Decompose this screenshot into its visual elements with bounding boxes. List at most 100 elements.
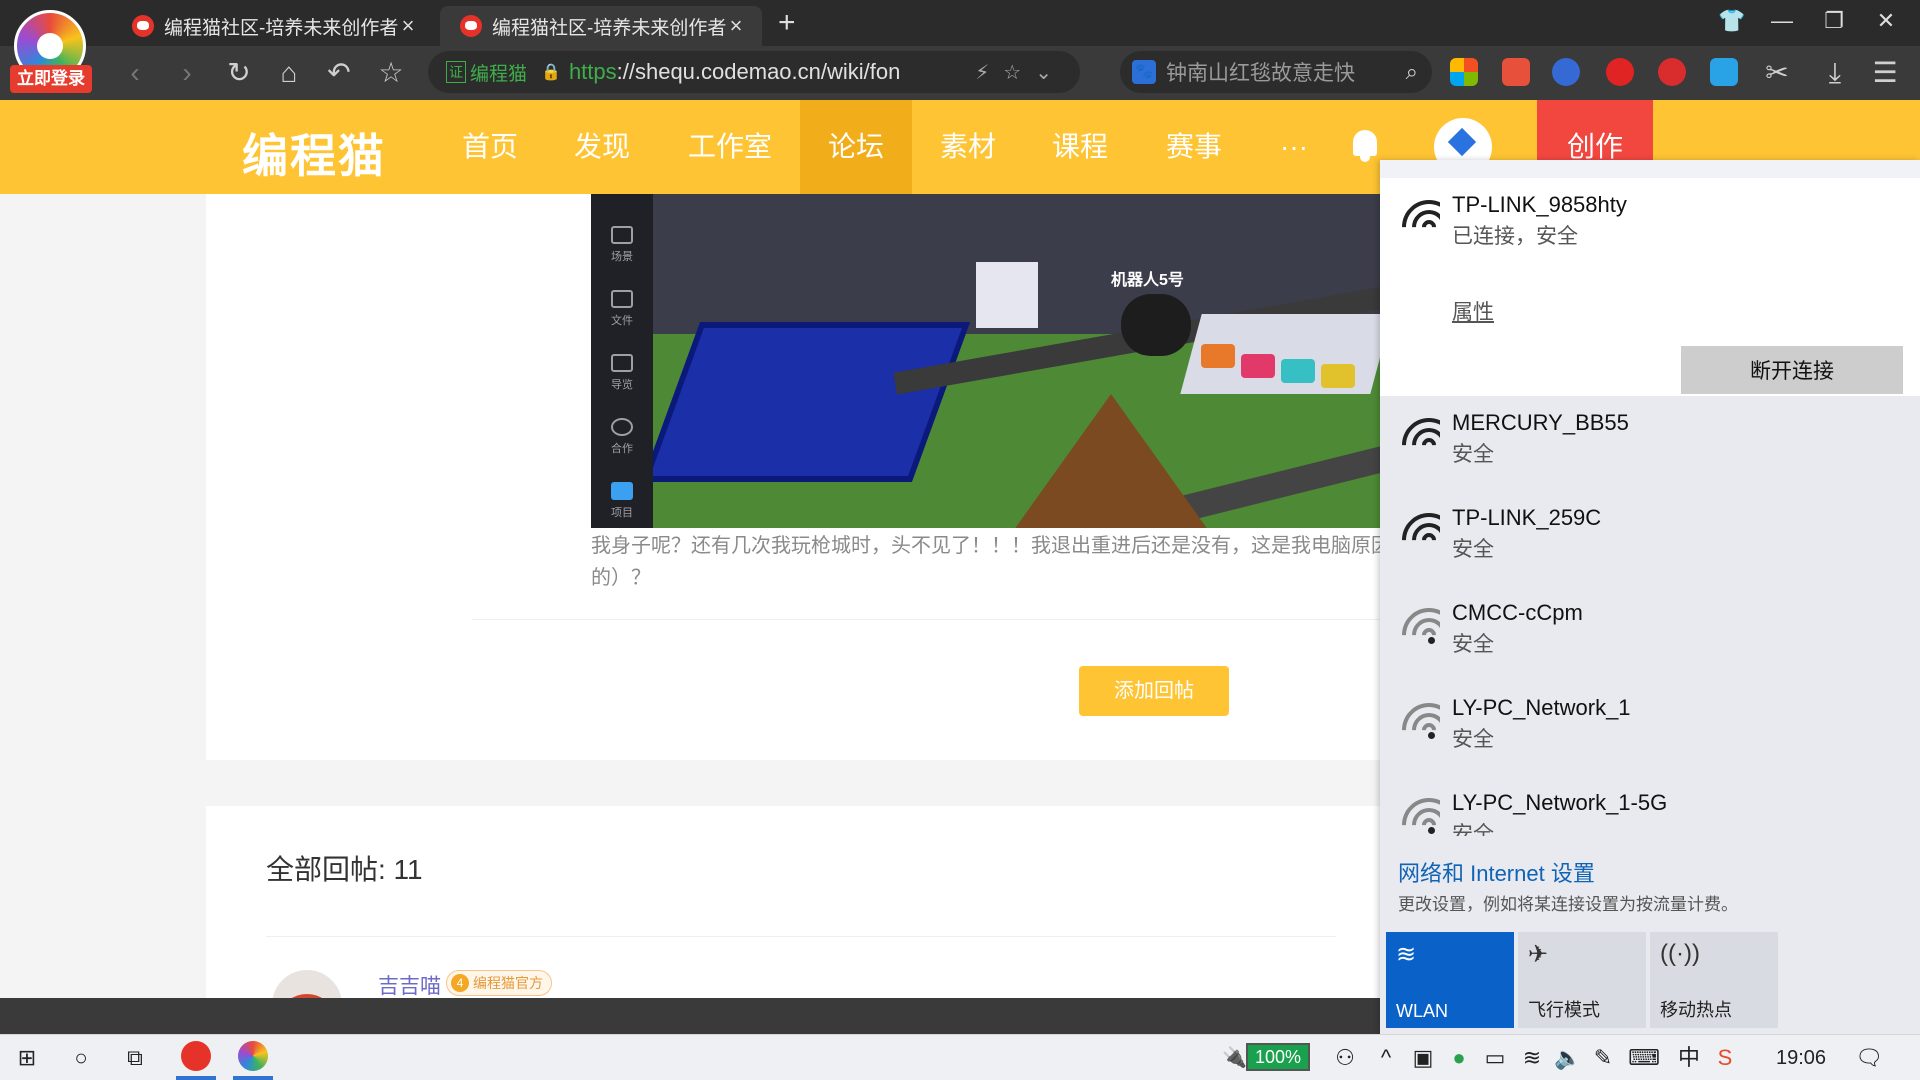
tool-scene[interactable]: 场景 bbox=[591, 226, 653, 264]
battery-indicator[interactable]: 100% bbox=[1246, 1043, 1310, 1071]
nav-courses[interactable]: 课程 bbox=[1040, 100, 1120, 194]
hotspot-icon: ((·)) bbox=[1660, 940, 1700, 967]
nav-discover[interactable]: 发现 bbox=[562, 100, 642, 194]
skin-icon[interactable]: 👕 bbox=[1712, 8, 1752, 34]
undo-close-icon[interactable]: ↶ bbox=[322, 56, 356, 90]
tool-label: 项目 bbox=[611, 507, 633, 519]
tab-title: 编程猫社区-培养未来创作者 bbox=[164, 17, 398, 39]
clock[interactable]: 19:06 bbox=[1776, 1047, 1826, 1070]
connected-network[interactable]: TP-LINK_9858hty 已连接，安全 属性 断开连接 bbox=[1380, 178, 1920, 396]
browser-app-icon[interactable] bbox=[238, 1041, 268, 1071]
notification-bell-icon[interactable] bbox=[1350, 128, 1380, 162]
menu-icon[interactable]: ☰ bbox=[1868, 56, 1902, 90]
volume-icon[interactable]: 🔈 bbox=[1554, 1043, 1581, 1073]
tool-label: 场景 bbox=[611, 251, 633, 263]
lock-icon[interactable]: 🔒 bbox=[541, 62, 561, 82]
tool-file[interactable]: 文件 bbox=[591, 290, 653, 328]
network-item[interactable]: LY-PC_Network_1 安全 bbox=[1380, 681, 1920, 776]
battery-tray-icon[interactable]: ▭ bbox=[1482, 1043, 1508, 1073]
minimize-icon[interactable]: — bbox=[1762, 8, 1802, 34]
browser-tab[interactable]: 编程猫社区-培养未来创作者 × bbox=[112, 6, 434, 46]
network-item[interactable]: TP-LINK_259C 安全 bbox=[1380, 491, 1920, 586]
scene-car bbox=[1321, 364, 1355, 388]
bookmark-star-icon[interactable]: ☆ bbox=[374, 56, 408, 90]
site-logo[interactable]: 编程猫 bbox=[242, 120, 386, 186]
pen-icon[interactable]: ✎ bbox=[1590, 1043, 1616, 1073]
action-center-icon[interactable]: 🗨 bbox=[1854, 1043, 1884, 1073]
network-item[interactable]: MERCURY_BB55 安全 bbox=[1380, 396, 1920, 491]
properties-link[interactable]: 属性 bbox=[1452, 296, 1494, 326]
add-reply-button[interactable]: 添加回帖 bbox=[1079, 666, 1229, 716]
address-bar[interactable]: 证 编程猫 🔒 https ://shequ.codemao.cn/wiki/f… bbox=[428, 51, 1080, 93]
close-window-icon[interactable]: ✕ bbox=[1866, 8, 1906, 34]
nav-home[interactable]: 首页 bbox=[450, 100, 530, 194]
power-plug-icon[interactable]: 🔌 bbox=[1222, 1043, 1247, 1073]
disconnect-button[interactable]: 断开连接 bbox=[1681, 346, 1903, 394]
tool-collab[interactable]: 合作 bbox=[591, 418, 653, 456]
device-icon[interactable]: ▣ bbox=[1410, 1043, 1436, 1073]
reply-username[interactable]: 吉吉喵 bbox=[378, 970, 441, 1000]
browser-profile[interactable]: 立即登录 bbox=[10, 10, 92, 94]
security-icon[interactable]: ● bbox=[1446, 1043, 1472, 1073]
wifi-tray-icon[interactable]: ≋ bbox=[1518, 1043, 1546, 1073]
show-hidden-icons[interactable]: ^ bbox=[1374, 1043, 1398, 1073]
wifi-secured-weak-icon bbox=[1400, 796, 1440, 836]
restore-icon[interactable]: ❐ bbox=[1814, 8, 1854, 34]
network-settings-link[interactable]: 网络和 Internet 设置 bbox=[1398, 856, 1595, 888]
mobile-hotspot-toggle[interactable]: ((·)) 移动热点 bbox=[1650, 932, 1778, 1028]
task-view-icon[interactable]: ⧉ bbox=[120, 1043, 150, 1073]
official-badge: 4 编程猫官方 bbox=[446, 970, 552, 996]
wlan-toggle[interactable]: ≋ WLAN bbox=[1386, 932, 1514, 1028]
tool-guide[interactable]: 导览 bbox=[591, 354, 653, 392]
wifi-secured-weak-icon bbox=[1400, 606, 1440, 646]
quick-action-label: 飞行模式 bbox=[1528, 1000, 1600, 1020]
download-icon[interactable]: ⤓ bbox=[1818, 56, 1852, 90]
ime-indicator[interactable]: 中 bbox=[1676, 1043, 1702, 1073]
search-box[interactable]: 🐾 钟南山红毯故意走快 ⌕ bbox=[1120, 51, 1432, 93]
network-item[interactable]: LY-PC_Network_1-5G 安全 bbox=[1380, 776, 1920, 836]
people-icon[interactable]: ⚇ bbox=[1330, 1043, 1360, 1073]
login-badge[interactable]: 立即登录 bbox=[10, 65, 92, 93]
translate-icon[interactable] bbox=[1552, 58, 1580, 86]
home-icon[interactable]: ⌂ bbox=[272, 56, 306, 90]
browser-tab-bar: 编程猫社区-培养未来创作者 × 编程猫社区-培养未来创作者 × + 👕 — ❐ … bbox=[0, 0, 1920, 46]
windows-start-icon[interactable]: ⊞ bbox=[12, 1043, 42, 1073]
network-item[interactable]: CMCC-cCpm 安全 bbox=[1380, 586, 1920, 681]
nav-more[interactable]: ··· bbox=[1264, 100, 1324, 194]
search-input[interactable]: 钟南山红毯故意走快 bbox=[1166, 57, 1355, 87]
baidu-paw-icon[interactable]: 🐾 bbox=[1132, 60, 1156, 84]
abp-icon[interactable] bbox=[1658, 58, 1686, 86]
cortana-search-icon[interactable]: ○ bbox=[66, 1043, 96, 1073]
airplane-icon: ✈ bbox=[1528, 941, 1549, 968]
network-ssid: CMCC-cCpm bbox=[1452, 600, 1583, 625]
keyboard-icon[interactable]: ⌨ bbox=[1626, 1043, 1662, 1073]
screenshot-tool-icon[interactable] bbox=[1710, 58, 1738, 86]
forward-icon[interactable]: › bbox=[170, 56, 204, 90]
browser-tab-active[interactable]: 编程猫社区-培养未来创作者 × bbox=[440, 6, 762, 46]
game-controller-icon[interactable] bbox=[1502, 58, 1530, 86]
scissors-icon[interactable]: ✂ bbox=[1760, 56, 1794, 90]
nav-materials[interactable]: 素材 bbox=[928, 100, 1008, 194]
robot-name-label: 机器人5号 bbox=[1111, 272, 1184, 289]
address-actions-icon[interactable]: ⚡☆⌄ bbox=[975, 60, 1066, 85]
search-icon[interactable]: ⌕ bbox=[1406, 59, 1418, 85]
replies-count: 全部回帖: 11 bbox=[266, 854, 423, 885]
network-flyout: TP-LINK_9858hty 已连接，安全 属性 断开连接 MERCURY_B… bbox=[1380, 160, 1920, 1034]
nav-studio[interactable]: 工作室 bbox=[672, 100, 788, 194]
certificate-icon[interactable]: 证 bbox=[446, 61, 466, 83]
reload-icon[interactable]: ↻ bbox=[222, 56, 256, 90]
close-tab-icon[interactable]: × bbox=[726, 13, 746, 39]
network-ssid: MERCURY_BB55 bbox=[1452, 410, 1629, 435]
codemao-app-icon[interactable] bbox=[181, 1041, 211, 1071]
sogou-ime-icon[interactable]: S bbox=[1712, 1043, 1738, 1073]
back-icon[interactable]: ‹ bbox=[118, 56, 152, 90]
airplane-mode-toggle[interactable]: ✈ 飞行模式 bbox=[1518, 932, 1646, 1028]
close-tab-icon[interactable]: × bbox=[398, 13, 418, 39]
network-item[interactable]: TP-LINK_9858hty 已连接，安全 bbox=[1380, 178, 1920, 273]
tool-project[interactable]: 项目 bbox=[591, 482, 653, 520]
nav-forum[interactable]: 论坛 bbox=[800, 100, 912, 194]
adblock-hand-icon[interactable] bbox=[1606, 58, 1634, 86]
nav-events[interactable]: 赛事 bbox=[1154, 100, 1234, 194]
apps-grid-icon[interactable] bbox=[1450, 58, 1478, 86]
new-tab-button[interactable]: + bbox=[778, 6, 796, 40]
